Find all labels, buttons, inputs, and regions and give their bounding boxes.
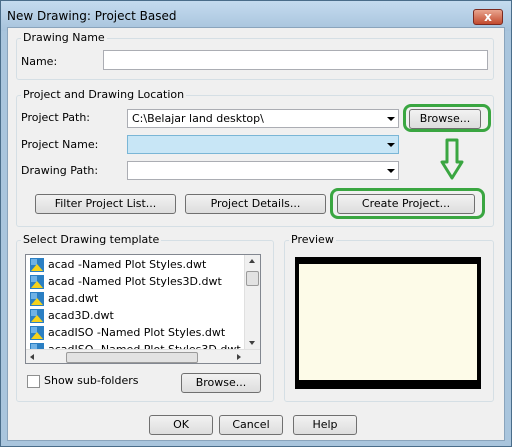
close-button[interactable]: x — [473, 9, 503, 25]
template-item-label: acad -Named Plot Styles.dwt — [48, 258, 207, 271]
project-path-value: C:\Belajar land desktop\ — [132, 112, 264, 125]
help-button[interactable]: Help — [293, 415, 357, 435]
chevron-down-icon — [387, 117, 395, 121]
dwt-template-icon — [30, 292, 44, 306]
project-path-combo[interactable]: C:\Belajar land desktop\ — [127, 109, 399, 128]
scroll-right-icon[interactable] — [237, 354, 241, 360]
chevron-down-icon — [387, 143, 395, 147]
project-location-group-label: Project and Drawing Location — [21, 88, 187, 101]
drawing-name-group: Drawing Name Name: — [16, 31, 494, 80]
dwt-template-icon — [30, 326, 44, 340]
show-subfolders-label: Show sub-folders — [44, 374, 139, 387]
project-location-group: Project and Drawing Location Project Pat… — [16, 88, 494, 227]
dwt-template-icon — [30, 275, 44, 289]
template-list[interactable]: acad -Named Plot Styles.dwt acad -Named P… — [25, 254, 261, 364]
arrow-down-icon — [440, 138, 464, 180]
template-group: Select Drawing template acad -Named Plot… — [16, 233, 274, 402]
dwt-template-icon — [30, 258, 44, 272]
preview-group: Preview — [284, 233, 494, 402]
vertical-scrollbar[interactable] — [244, 255, 260, 349]
browse-template-button[interactable]: Browse... — [181, 373, 261, 393]
drawing-name-group-label: Drawing Name — [21, 31, 107, 44]
preview-canvas — [299, 264, 477, 380]
scroll-down-icon[interactable] — [249, 341, 255, 345]
window-title: New Drawing: Project Based — [7, 9, 177, 23]
scroll-thumb[interactable] — [246, 271, 259, 286]
browse-project-button[interactable]: Browse... — [409, 109, 481, 129]
dialog-client-area: Drawing Name Name: Project and Drawing L… — [7, 27, 505, 441]
template-item-label: acad3D.dwt — [48, 309, 114, 322]
dialog-window: New Drawing: Project Based x Drawing Nam… — [0, 0, 512, 447]
show-subfolders-checkbox[interactable] — [27, 375, 40, 388]
scroll-left-icon[interactable] — [30, 354, 34, 360]
project-name-label: Project Name: — [21, 138, 99, 151]
preview-frame — [295, 257, 481, 389]
project-name-combo[interactable] — [127, 135, 399, 154]
close-icon: x — [484, 10, 492, 24]
name-label: Name: — [21, 55, 58, 68]
scroll-up-icon[interactable] — [249, 259, 255, 263]
create-project-button[interactable]: Create Project... — [337, 194, 475, 214]
template-group-label: Select Drawing template — [21, 233, 162, 246]
preview-group-label: Preview — [289, 233, 336, 246]
ok-button[interactable]: OK — [149, 415, 213, 435]
scroll-hthumb[interactable] — [66, 352, 198, 363]
drawing-path-combo[interactable] — [127, 161, 399, 180]
dwt-template-icon — [30, 309, 44, 323]
filter-project-list-button[interactable]: Filter Project List... — [35, 194, 176, 214]
name-input[interactable] — [103, 50, 488, 70]
horizontal-scrollbar[interactable] — [26, 349, 260, 363]
project-details-button[interactable]: Project Details... — [185, 194, 326, 214]
project-path-label: Project Path: — [21, 111, 91, 124]
drawing-path-label: Drawing Path: — [21, 164, 99, 177]
template-item-label: acadISO -Named Plot Styles.dwt — [48, 326, 226, 339]
template-item-label: acad.dwt — [48, 292, 99, 305]
template-item-label: acad -Named Plot Styles3D.dwt — [48, 275, 222, 288]
cancel-button[interactable]: Cancel — [219, 415, 283, 435]
chevron-down-icon — [387, 169, 395, 173]
